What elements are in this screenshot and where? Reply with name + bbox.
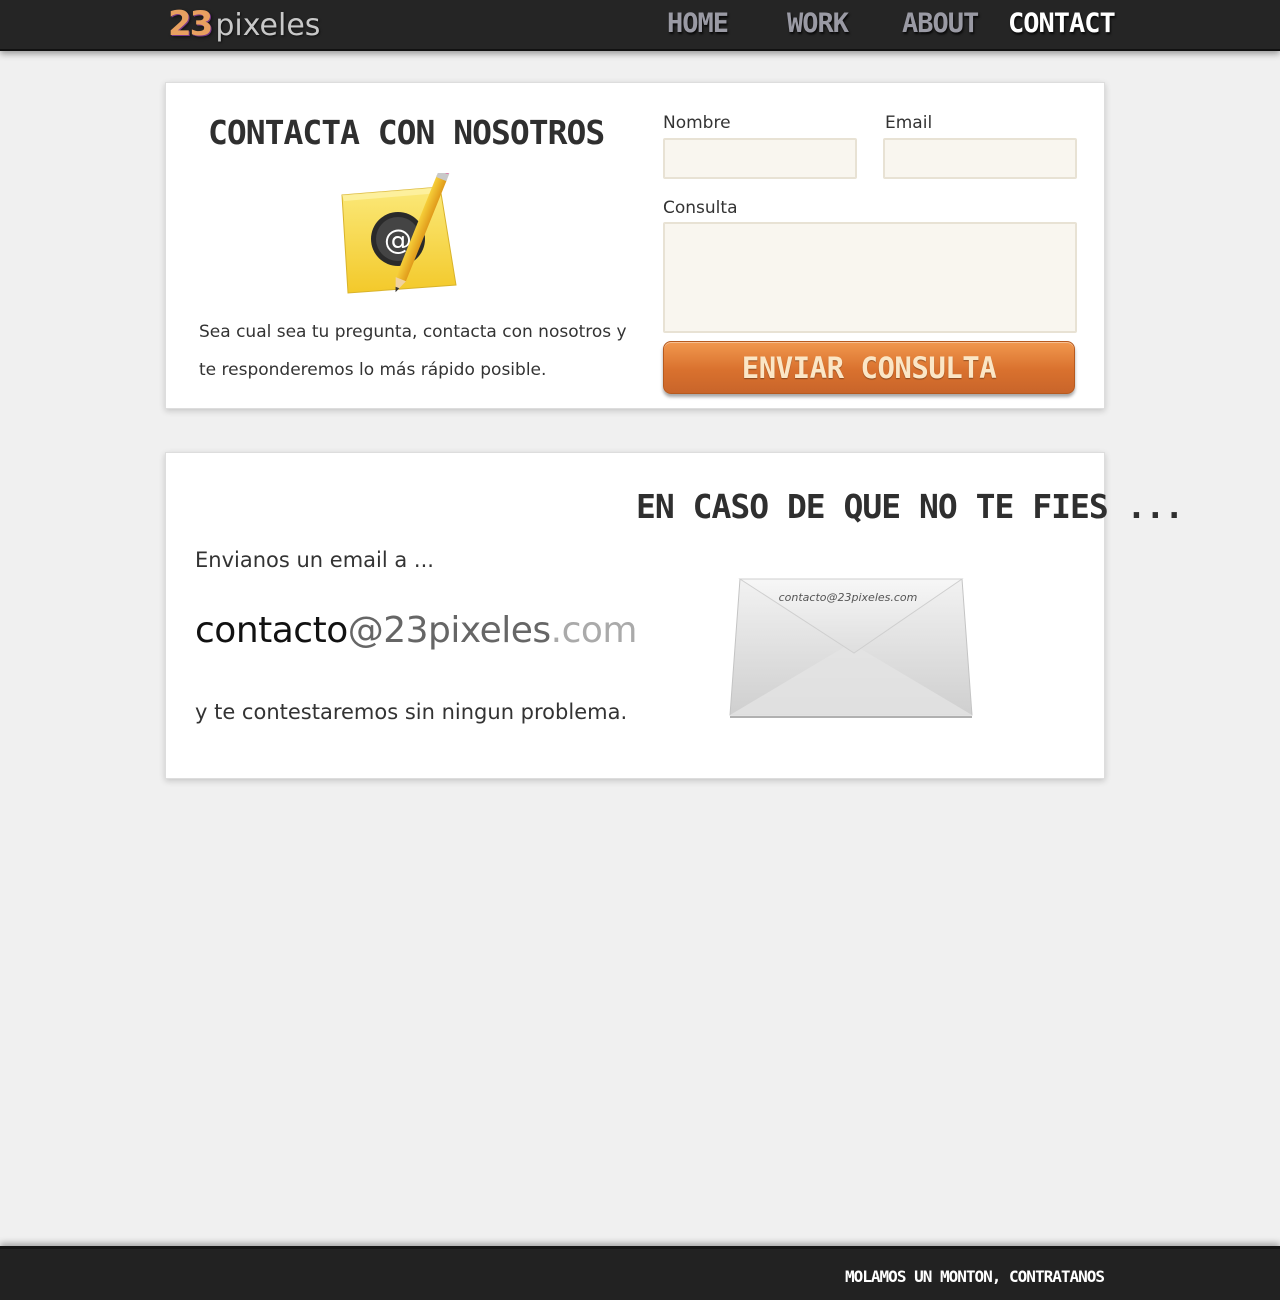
nav-about[interactable]: ABOUT bbox=[902, 8, 979, 39]
contact-intro-text: Sea cual sea tu pregunta, contacta con n… bbox=[199, 322, 627, 380]
envelope-icon: contacto@23pixeles.com bbox=[729, 578, 973, 718]
contact-panel: CONTACTA CON NOSOTROS @ Sea cual sea tu … bbox=[165, 82, 1105, 409]
footer-tagline: MOLAMOS UN MONTON, CONTRATANOS bbox=[845, 1267, 1105, 1286]
name-label: Nombre bbox=[663, 113, 731, 133]
email-tld: .com bbox=[550, 610, 638, 651]
logo-number: 23 bbox=[168, 4, 213, 44]
query-textarea[interactable] bbox=[663, 222, 1077, 333]
email-panel: EN CASO DE QUE NO TE FIES ... Envianos u… bbox=[165, 452, 1184, 779]
address-book-pencil-icon: @ bbox=[341, 173, 457, 294]
name-input[interactable] bbox=[663, 138, 857, 179]
nav-contact[interactable]: CONTACT bbox=[1008, 8, 1116, 39]
email-user: contacto bbox=[195, 610, 348, 651]
logo-word: pixeles bbox=[215, 8, 321, 43]
footer: MOLAMOS UN MONTON, CONTRATANOS bbox=[0, 1246, 1280, 1300]
query-label: Consulta bbox=[663, 198, 738, 218]
email-panel-title: EN CASO DE QUE NO TE FIES ... bbox=[636, 487, 1184, 526]
contact-title: CONTACTA CON NOSOTROS bbox=[208, 113, 605, 152]
submit-query-button[interactable]: ENVIAR CONSULTA bbox=[663, 341, 1075, 394]
contact-email-address[interactable]: contacto@23pixeles.com bbox=[195, 610, 638, 651]
email-domain: @23pixeles bbox=[347, 610, 551, 651]
top-navbar: 23 pixeles HOME WORK ABOUT CONTACT bbox=[0, 0, 1280, 51]
email-label: Email bbox=[885, 113, 933, 133]
email-outro-text: y te contestaremos sin ningun problema. bbox=[195, 700, 628, 724]
email-input[interactable] bbox=[883, 138, 1077, 179]
email-intro-text: Envianos un email a ... bbox=[195, 548, 434, 572]
nav-home[interactable]: HOME bbox=[667, 8, 729, 39]
site-logo[interactable]: 23 pixeles bbox=[168, 4, 320, 48]
nav-work[interactable]: WORK bbox=[787, 8, 849, 39]
envelope-label: contacto@23pixeles.com bbox=[779, 591, 918, 604]
